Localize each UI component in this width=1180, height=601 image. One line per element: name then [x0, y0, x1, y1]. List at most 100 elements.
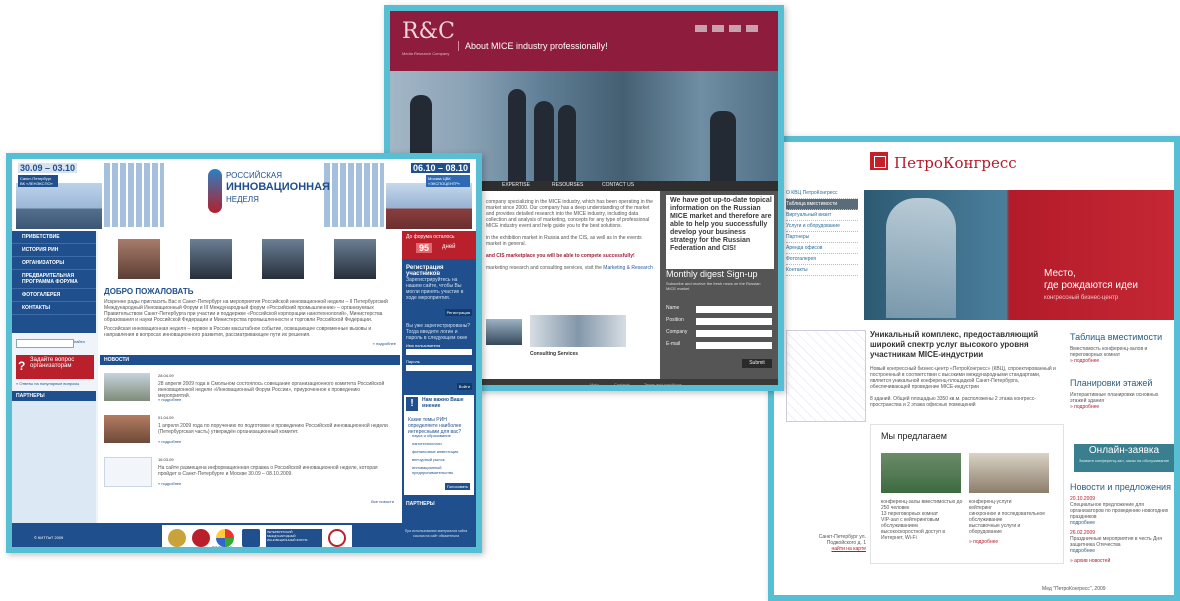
news-archive-link[interactable]: » архив новостей	[1070, 558, 1174, 564]
poll-option[interactable]: наука и образование	[412, 433, 451, 438]
map-link[interactable]: найти на карте	[800, 546, 866, 552]
nav-item-contacts[interactable]: КОНТАКТЫ	[12, 302, 96, 315]
nav-item-greeting[interactable]: ПРИВЕТСТВИЕ	[12, 231, 96, 244]
city-left: Санкт-Петербург ВК «ЛЕНЭКСПО»	[18, 175, 58, 187]
hero-tagline: Место, где рождаются идеи конгрессный би…	[1044, 268, 1172, 304]
login-input[interactable]	[406, 349, 472, 355]
name-input[interactable]	[696, 306, 772, 313]
poll-box: ! Нам важно Ваше мнение Какие темы РИН о…	[404, 395, 474, 495]
nav-item-program[interactable]: ПРЕДВАРИТЕЛЬНАЯ ПРОГРАММА ФОРУМА	[12, 270, 96, 289]
footer-link-contacts[interactable]: Contacts	[614, 382, 630, 385]
nav-item-organizers[interactable]: ОРГАНИЗАТОРЫ	[12, 257, 96, 270]
nav-item-about[interactable]: О КВЦ ПетроКонгресс	[786, 188, 858, 199]
portrait-image	[190, 239, 232, 279]
all-news-link[interactable]: Все новости	[371, 499, 394, 504]
nav-item-capacity-table[interactable]: Таблица вместимости	[786, 199, 858, 210]
registration-button[interactable]: Регистрация	[444, 309, 472, 316]
spb-emblem-icon[interactable]	[192, 529, 210, 547]
field-label: E-mail	[666, 341, 681, 347]
faq-link[interactable]: » Ответы на популярные вопросы	[16, 381, 79, 386]
iw-main-content: ДОБРО ПОЖАЛОВАТЬ Искренне рады пригласит…	[98, 231, 402, 523]
poll-option[interactable]: нанотехнологии	[412, 441, 442, 446]
nav-item-contacts[interactable]: Контакты	[786, 265, 858, 276]
email-input[interactable]	[696, 342, 772, 349]
news-more-link[interactable]: подробнее	[1070, 548, 1174, 554]
mail-icon[interactable]	[746, 25, 758, 32]
innovation-week-screenshot: 30.09 – 03.10 Санкт-Петербург ВК «ЛЕНЭКС…	[6, 153, 482, 553]
poll-option[interactable]: инновационный предпринимательство	[412, 465, 470, 475]
welcome-paragraph-2: Российская инновационная неделя – первое…	[104, 326, 372, 338]
nav-item-history[interactable]: ИСТОРИЯ РИН	[12, 244, 96, 257]
capacity-table-text: Вместимость конференц-залов и переговорн…	[1070, 346, 1148, 358]
rc-intro-text: company specializing in the MICE industr…	[486, 199, 656, 271]
rc-main-content: company specializing in the MICE industr…	[480, 191, 660, 381]
footer-link-terms[interactable]: Terms and conditions	[644, 382, 682, 385]
menu-expertise[interactable]: EXPERTISE	[502, 182, 530, 188]
news-thumbnail[interactable]	[104, 457, 152, 487]
consulting-image	[530, 315, 626, 347]
menu-contact-us[interactable]: CONTACT US	[602, 182, 634, 188]
capacity-table-title[interactable]: Таблица вместимости	[1070, 332, 1174, 342]
partner-logo-icon[interactable]	[242, 529, 260, 547]
offer-title: Мы предлагаем	[881, 431, 947, 441]
partner-logo-icon[interactable]	[328, 529, 346, 547]
innovation-week-logo-icon	[208, 169, 222, 213]
login-button[interactable]: Войти	[456, 383, 472, 390]
floor-plans-title[interactable]: Планировки этажей	[1070, 378, 1174, 388]
company-field: Company	[666, 329, 774, 339]
nav-item-virtual-visit[interactable]: Виртуальный визит	[786, 210, 858, 221]
iw-left-nav: ПРИВЕТСТВИЕ ИСТОРИЯ РИН ОРГАНИЗАТОРЫ ПРЕ…	[12, 231, 96, 333]
consulting-services-link[interactable]: Consulting Services	[530, 351, 578, 357]
offer-more-link[interactable]: » подробнее	[969, 539, 1053, 545]
news-more-link[interactable]: » подробнее	[158, 439, 181, 444]
submit-button[interactable]: Submit	[742, 359, 772, 368]
decorative-mosaic	[324, 163, 384, 227]
footer-copyright: Мед "ПетроКонгресс", 2009	[1042, 586, 1106, 592]
welcome-paragraph: Искренне рады пригласить Вас в Санкт-Пет…	[104, 299, 388, 323]
password-input[interactable]	[406, 365, 472, 371]
ask-question-button[interactable]: ? Задайте вопрос организаторам	[16, 355, 94, 379]
forum-logo[interactable]: ПЕТЕРБУРГСКИЙ МЕЖДУНАРОДНЫЙ ИННОВАЦИОННЫ…	[266, 529, 322, 547]
position-input[interactable]	[696, 318, 772, 325]
meeting-room-image	[969, 453, 1049, 493]
news-more-link[interactable]: » подробнее	[158, 397, 181, 402]
digest-subtitle: Subscribe and receive the fresh news on …	[666, 281, 761, 291]
nav-item-office-rent[interactable]: Аренда офисов	[786, 243, 858, 254]
partner-logos: РОСНАНО ПЕТЕРБУРГСКИЙ МЕЖДУНАРОДНЫЙ ИННО…	[162, 525, 352, 547]
intro-block: Уникальный комплекс, предоставляющий шир…	[870, 330, 1060, 408]
nav-item-services[interactable]: Услуги и оборудование	[786, 221, 858, 232]
news-thumbnail[interactable]	[104, 415, 150, 443]
rc-slogan: About MICE industry professionally!	[458, 41, 608, 51]
company-input[interactable]	[696, 330, 772, 337]
email-field: E-mail	[666, 341, 774, 351]
footer-link-main[interactable]: Main	[590, 382, 599, 385]
petrokongress-nav: О КВЦ ПетроКонгресс Таблица вместимости …	[786, 188, 858, 276]
news-text: 28 апреля 2009 года в Смольном состоялос…	[158, 381, 385, 399]
vote-button[interactable]: Голосовать	[444, 483, 470, 490]
search-input[interactable]	[16, 339, 74, 348]
search-button[interactable]: найти	[74, 339, 85, 344]
rc-logo[interactable]: R&C	[402, 19, 455, 44]
poll-option[interactable]: финансовые инвестиции	[412, 449, 458, 454]
offer-box: Мы предлагаем конференц-залы вместимость…	[870, 424, 1064, 564]
online-request-button[interactable]: Онлайн-заявка Заявите конференц-зал, зак…	[1074, 444, 1174, 472]
news-more-link[interactable]: » подробнее	[158, 481, 181, 486]
offer-list-2: конференц-услуги кейтеринг синхронное и …	[969, 499, 1053, 545]
welcome-more-link[interactable]: » подробнее	[373, 341, 396, 346]
poll-option[interactable]: венчурный рынок	[412, 457, 445, 462]
home-icon[interactable]	[729, 25, 741, 32]
news-thumbnail[interactable]	[104, 373, 150, 401]
exclamation-icon: !	[406, 397, 418, 411]
nav-item-gallery[interactable]: ФОТОГАЛЕРЕЯ	[12, 289, 96, 302]
language-flag-icon[interactable]	[695, 25, 707, 32]
language-flag-icon[interactable]	[712, 25, 724, 32]
nav-item-partners[interactable]: Партнеры	[786, 232, 858, 243]
nav-item-gallery[interactable]: Фотогалерея	[786, 254, 858, 265]
floor-plans-more-link[interactable]: » подробнее	[1070, 404, 1174, 410]
marketing-research-link[interactable]: Marketing & Research	[603, 265, 652, 271]
iw-copyright: © КИТПиТ 2009	[34, 535, 64, 540]
news-more-link[interactable]: подробнее	[1070, 520, 1174, 526]
capacity-more-link[interactable]: » подробнее	[1070, 358, 1174, 364]
coat-of-arms-icon[interactable]	[168, 529, 186, 547]
menu-resourses[interactable]: RESOURSES	[552, 182, 583, 188]
